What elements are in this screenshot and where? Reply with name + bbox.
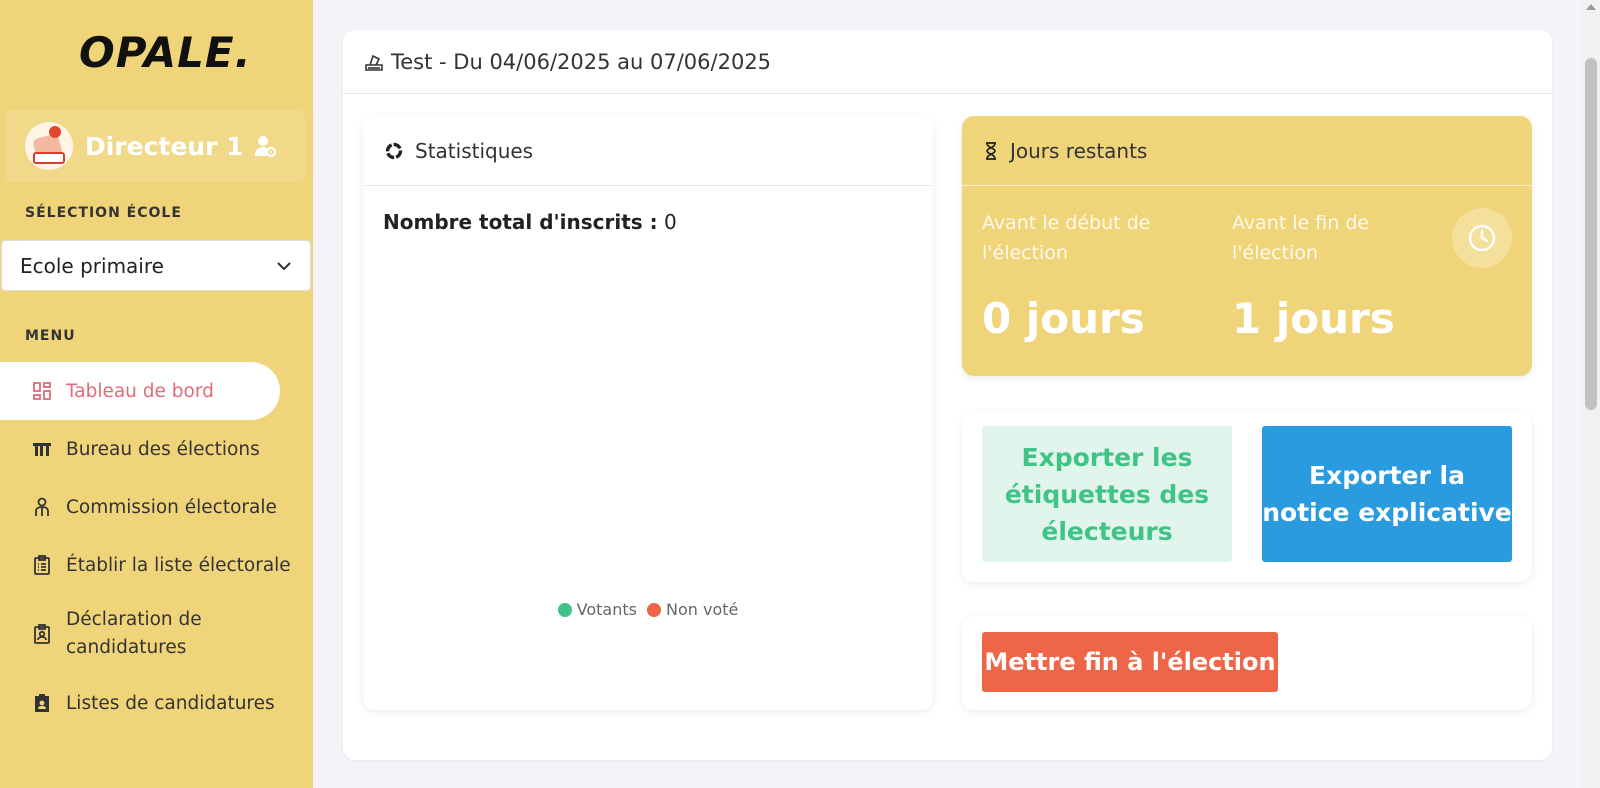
scroll-up-arrow-icon[interactable] xyxy=(1586,4,1596,10)
clipboard-person-icon xyxy=(32,624,52,644)
chart-legend: Votants Non voté xyxy=(363,600,933,619)
sidebar-item-label: Tableau de bord xyxy=(66,380,214,402)
menu-section-label: MENU xyxy=(25,328,76,344)
days-remaining-title: Jours restants xyxy=(1010,138,1148,163)
sidebar-item-listes-candidatures[interactable]: Listes de candidatures xyxy=(0,674,313,732)
export-labels-button[interactable]: Exporter les étiquettes des électeurs xyxy=(982,426,1232,562)
sidebar-item-commission-electorale[interactable]: Commission électorale xyxy=(0,478,313,536)
legend-item-non-vote[interactable]: Non voté xyxy=(646,600,738,619)
sidebar-item-tableau-de-bord[interactable]: Tableau de bord xyxy=(0,362,280,420)
school-select[interactable]: Ecole primaire xyxy=(1,240,311,291)
user-name: Directeur 1 xyxy=(85,131,244,161)
before-start-label: Avant le début de l'élection xyxy=(982,212,1151,264)
app-logo[interactable]: OPALE. xyxy=(79,28,252,77)
booth-icon xyxy=(32,439,52,459)
chevron-down-icon xyxy=(277,261,291,270)
election-card: Test - Du 04/06/2025 au 07/06/2025 Stati… xyxy=(343,30,1552,760)
end-election-card: Mettre fin à l'élection xyxy=(962,616,1532,710)
export-card: Exporter les étiquettes des électeurs Ex… xyxy=(962,412,1532,582)
page-scrollbar[interactable] xyxy=(1582,0,1600,788)
export-notice-button[interactable]: Exporter la notice explicative xyxy=(1262,426,1512,562)
sidebar: OPALE. Directeur 1 SÉLECTION ÉCOLE Ecole… xyxy=(0,0,313,788)
before-end-label: Avant le fin de l'élection xyxy=(1232,212,1370,264)
statistics-title: Statistiques xyxy=(415,138,534,163)
sidebar-item-label: Listes de candidatures xyxy=(66,692,275,714)
user-settings-icon xyxy=(254,136,276,158)
total-registered-value: 0 xyxy=(664,210,677,234)
sidebar-item-etablir-liste-electorale[interactable]: Établir la liste électorale xyxy=(0,536,313,594)
legend-item-votants[interactable]: Votants xyxy=(557,600,637,619)
scrollbar-thumb[interactable] xyxy=(1585,58,1597,410)
sidebar-item-bureau-des-elections[interactable]: Bureau des élections xyxy=(0,420,313,478)
id-badge-icon xyxy=(32,693,52,713)
before-end-value: 1 jours xyxy=(1232,294,1395,343)
school-select-value: Ecole primaire xyxy=(20,253,164,278)
hourglass-icon xyxy=(986,141,996,160)
ballot-box-icon xyxy=(365,54,383,71)
statistics-card: Statistiques Nombre total d'inscrits : 0… xyxy=(363,116,933,710)
total-registered-label: Nombre total d'inscrits : xyxy=(383,210,658,234)
days-remaining-header: Jours restants xyxy=(962,116,1532,186)
dashboard-icon xyxy=(32,381,52,401)
clipboard-list-icon xyxy=(32,555,52,575)
election-title: Test - Du 04/06/2025 au 07/06/2025 xyxy=(391,49,772,74)
days-remaining-card: Jours restants Avant le début de l'élect… xyxy=(962,116,1532,376)
sidebar-item-label: Déclaration de candidatures xyxy=(66,609,202,658)
sidebar-item-label: Établir la liste électorale xyxy=(66,554,291,576)
school-section-label: SÉLECTION ÉCOLE xyxy=(25,205,182,221)
election-header: Test - Du 04/06/2025 au 07/06/2025 xyxy=(343,30,1552,94)
statistics-header: Statistiques xyxy=(363,116,933,186)
sidebar-item-label: Commission électorale xyxy=(66,496,277,518)
pie-chart-icon xyxy=(385,142,403,159)
total-registered: Nombre total d'inscrits : 0 xyxy=(383,210,677,234)
end-election-button[interactable]: Mettre fin à l'élection xyxy=(982,632,1278,692)
sidebar-nav: Tableau de bord Bureau des élections Com… xyxy=(0,362,313,732)
clock-icon xyxy=(1452,208,1512,268)
commission-icon xyxy=(32,497,52,517)
sidebar-item-label: Bureau des élections xyxy=(66,438,260,460)
user-card[interactable]: Directeur 1 xyxy=(5,110,305,182)
avatar xyxy=(25,122,73,170)
before-start-value: 0 jours xyxy=(982,294,1145,343)
sidebar-item-declaration-candidatures[interactable]: Déclaration de candidatures xyxy=(0,594,313,674)
